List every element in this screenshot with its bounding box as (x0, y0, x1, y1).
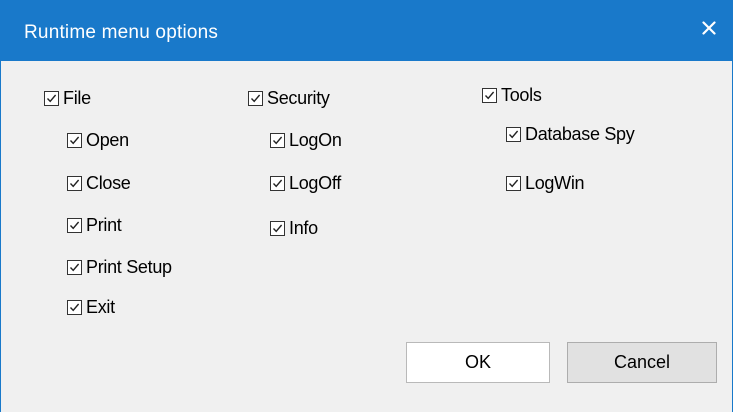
dialog-title: Runtime menu options (24, 22, 219, 43)
checkbox-logoff[interactable]: LogOff (270, 171, 341, 195)
checkmark-icon (484, 91, 495, 99)
checkbox-label: Close (86, 172, 131, 193)
checkbox-label: LogOff (289, 172, 341, 193)
checkmark-icon (508, 130, 519, 138)
checkbox-label: Security (267, 87, 330, 108)
checkbox-label: Tools (501, 84, 542, 105)
ok-button[interactable]: OK (406, 342, 550, 383)
checkbox-box[interactable] (67, 299, 82, 315)
checkbox-print-setup[interactable]: Print Setup (67, 255, 172, 279)
checkbox-database-spy[interactable]: Database Spy (506, 122, 635, 146)
title-bar: Runtime menu options (1, 0, 732, 61)
checkbox-exit[interactable]: Exit (67, 295, 115, 319)
checkbox-box[interactable] (44, 90, 59, 106)
checkbox-label: Exit (86, 296, 115, 317)
runtime-menu-options-dialog: Runtime menu options File Open Close Pri… (0, 0, 733, 412)
close-button[interactable] (689, 10, 729, 46)
checkbox-box[interactable] (67, 175, 82, 191)
checkmark-icon (508, 179, 519, 187)
checkmark-icon (46, 94, 57, 102)
checkbox-box[interactable] (67, 132, 82, 148)
checkbox-label: Print Setup (86, 256, 172, 277)
checkmark-icon (69, 263, 80, 271)
checkbox-label: Print (86, 214, 122, 235)
checkbox-label: Info (289, 217, 318, 238)
checkbox-security[interactable]: Security (248, 86, 330, 110)
checkbox-box[interactable] (270, 132, 285, 148)
checkbox-file[interactable]: File (44, 86, 91, 110)
checkbox-box[interactable] (506, 175, 521, 191)
checkbox-box[interactable] (67, 259, 82, 275)
checkbox-box[interactable] (67, 217, 82, 233)
checkbox-open[interactable]: Open (67, 128, 129, 152)
checkmark-icon (272, 224, 283, 232)
checkmark-icon (69, 221, 80, 229)
cancel-button[interactable]: Cancel (567, 342, 717, 383)
close-icon (702, 21, 716, 35)
checkbox-box[interactable] (270, 175, 285, 191)
checkbox-box[interactable] (482, 87, 497, 103)
checkbox-label: Open (86, 129, 129, 150)
checkbox-logwin[interactable]: LogWin (506, 171, 585, 195)
checkmark-icon (69, 179, 80, 187)
checkbox-print[interactable]: Print (67, 213, 122, 237)
checkbox-info[interactable]: Info (270, 216, 318, 240)
checkbox-label: LogWin (525, 172, 585, 193)
checkmark-icon (272, 136, 283, 144)
checkbox-logon[interactable]: LogOn (270, 128, 342, 152)
checkmark-icon (272, 179, 283, 187)
checkbox-label: Database Spy (525, 123, 635, 144)
checkmark-icon (69, 303, 80, 311)
checkmark-icon (250, 94, 261, 102)
checkbox-box[interactable] (506, 126, 521, 142)
checkbox-label: LogOn (289, 129, 342, 150)
checkbox-close[interactable]: Close (67, 171, 131, 195)
checkmark-icon (69, 136, 80, 144)
checkbox-box[interactable] (270, 220, 285, 236)
checkbox-box[interactable] (248, 90, 263, 106)
checkbox-label: File (63, 87, 91, 108)
dialog-body: File Open Close Print Print Setup Exit S… (1, 61, 732, 412)
checkbox-tools[interactable]: Tools (482, 83, 542, 107)
